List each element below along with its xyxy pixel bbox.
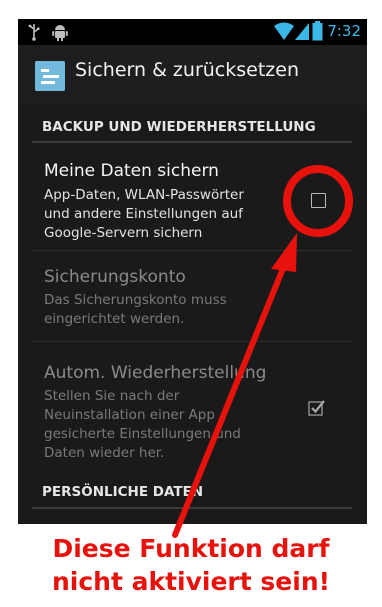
annotation-caption-line1: Diese Funktion darf bbox=[52, 534, 330, 563]
highlight-circle bbox=[283, 165, 353, 237]
annotation-overlay bbox=[172, 165, 353, 538]
annotation-arrow-shaft bbox=[172, 263, 287, 538]
annotation-arrowhead bbox=[271, 233, 297, 272]
annotation-caption-line2: nicht aktiviert sein! bbox=[51, 567, 331, 596]
